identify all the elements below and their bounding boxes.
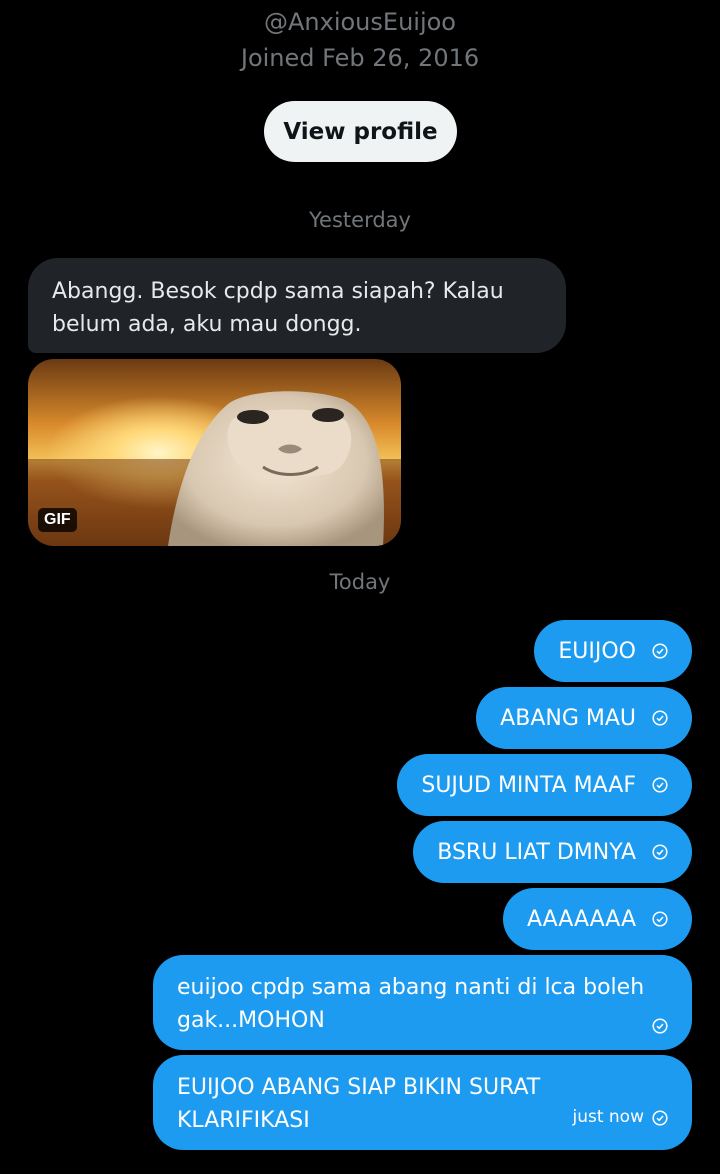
message-text: ABANG MAU: [500, 705, 636, 731]
view-profile-button[interactable]: View profile: [264, 101, 457, 162]
outgoing-message[interactable]: ABANG MAU: [476, 687, 692, 749]
outgoing-message[interactable]: euijoo cpdp sama abang nanti di lca bole…: [153, 955, 692, 1050]
outgoing-message[interactable]: BSRU LIAT DMNYA: [413, 821, 692, 883]
outgoing-message[interactable]: EUIJOO ABANG SIAP BIKIN SURAT KLARIFIKAS…: [153, 1055, 692, 1150]
profile-joined-date: Joined Feb 26, 2016: [240, 44, 480, 72]
date-separator-today: Today: [329, 570, 391, 594]
check-circle-icon: [652, 777, 668, 793]
message-timestamp: just now: [572, 1107, 644, 1127]
check-circle-icon: [652, 1109, 668, 1126]
check-circle-icon: [652, 911, 668, 927]
check-circle-icon: [652, 710, 668, 726]
message-text: EUIJOO: [558, 638, 636, 664]
message-meta: just now: [572, 1101, 668, 1134]
incoming-message[interactable]: Abangg. Besok cpdp sama siapah? Kalau be…: [28, 258, 566, 353]
message-text: euijoo cpdp sama abang nanti di lca bole…: [177, 975, 645, 1033]
outgoing-message[interactable]: SUJUD MINTA MAAF: [397, 754, 692, 816]
gif-badge: GIF: [38, 508, 77, 532]
message-text: EUIJOO ABANG SIAP BIKIN SURAT KLARIFIKAS…: [177, 1075, 541, 1133]
check-circle-icon: [652, 844, 668, 860]
gif-message[interactable]: GIF: [28, 359, 401, 546]
gif-image: [28, 359, 401, 546]
check-circle-icon: [652, 643, 668, 659]
check-circle-icon: [652, 1018, 668, 1034]
message-text: SUJUD MINTA MAAF: [421, 772, 636, 798]
outgoing-message[interactable]: EUIJOO: [534, 620, 692, 682]
outgoing-message[interactable]: AAAAAAA: [502, 888, 692, 950]
message-text: BSRU LIAT DMNYA: [437, 839, 636, 865]
date-separator-yesterday: Yesterday: [309, 208, 411, 232]
message-text: AAAAAAA: [526, 906, 636, 932]
profile-handle: @AnxiousEuijoo: [264, 8, 456, 36]
message-meta: [652, 1018, 668, 1034]
